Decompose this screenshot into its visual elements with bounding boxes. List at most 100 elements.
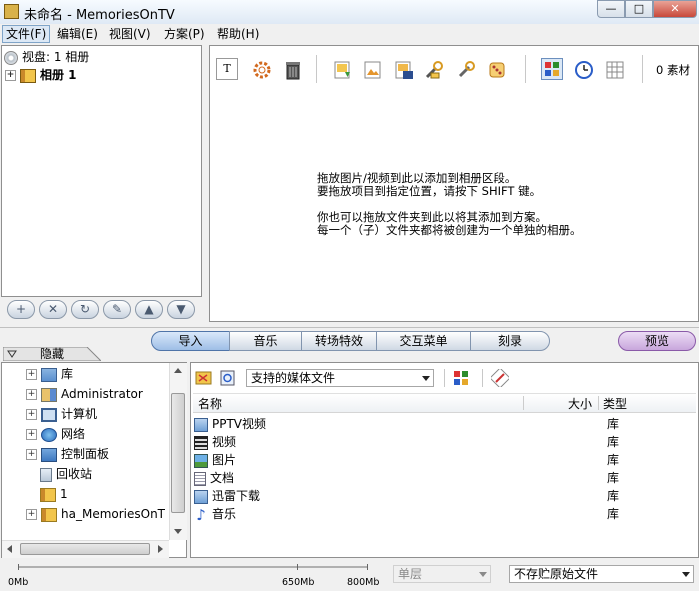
- trash-icon[interactable]: [281, 58, 303, 80]
- tab-music[interactable]: 音乐: [229, 331, 302, 351]
- expand-icon[interactable]: +: [26, 429, 37, 440]
- file-name: 迅雷下载: [212, 489, 261, 503]
- expand-icon[interactable]: +: [5, 70, 16, 81]
- media-filter-value: 支持的媒体文件: [251, 371, 336, 385]
- timeline-view-icon[interactable]: [572, 58, 594, 80]
- list-item[interactable]: 视频 库: [194, 433, 684, 451]
- disc-layer-select[interactable]: 单层: [393, 565, 491, 583]
- expand-icon[interactable]: +: [26, 389, 37, 400]
- scroll-thumb[interactable]: [171, 393, 185, 513]
- list-item[interactable]: 文档 库: [194, 469, 684, 487]
- list-item[interactable]: 迅雷下载 库: [194, 487, 684, 505]
- list-item[interactable]: ♪ 音乐 库: [194, 505, 684, 523]
- media-area[interactable]: T 0 素材 拖放图片/视频到此以添加到相册区段。 要拖放项目到指定位置，请按下…: [209, 45, 699, 322]
- folder-icon: [41, 507, 57, 522]
- rotate-button[interactable]: ↻: [71, 300, 99, 319]
- tab-import[interactable]: 导入: [151, 331, 230, 351]
- refresh-icon[interactable]: [219, 369, 237, 387]
- folder-row[interactable]: + 网络: [26, 425, 85, 443]
- file-browser-panel: 支持的媒体文件 名称 大小 类型 PPTV视频 库 视频 库 图片 库 文档 库…: [190, 362, 699, 558]
- storage-option-select[interactable]: 不存贮原始文件: [509, 565, 694, 583]
- minimize-button[interactable]: —: [597, 0, 625, 18]
- folder-row[interactable]: + ha_MemoriesOnT: [26, 505, 165, 523]
- add-album-button[interactable]: +: [7, 300, 35, 319]
- file-name: 文档: [210, 471, 235, 485]
- menu-project[interactable]: 方案(P): [161, 26, 208, 42]
- folder-row[interactable]: 回收站: [40, 465, 92, 483]
- tree-hscrollbar[interactable]: [2, 540, 169, 558]
- wrench-icon[interactable]: [454, 58, 476, 80]
- settings-gear-icon[interactable]: [250, 58, 272, 80]
- menu-file[interactable]: 文件(F): [2, 25, 51, 43]
- tab-menus[interactable]: 交互菜单: [376, 331, 471, 351]
- chevron-down-icon: [682, 572, 690, 577]
- disc-layer-value: 单层: [398, 567, 423, 581]
- import-photo-icon[interactable]: [331, 58, 353, 80]
- hscroll-thumb[interactable]: [20, 543, 150, 555]
- folder-row[interactable]: + 库: [26, 365, 73, 383]
- scroll-down-icon[interactable]: [174, 529, 182, 534]
- expand-icon[interactable]: +: [26, 509, 37, 520]
- recycle-bin-icon: [40, 467, 52, 482]
- scroll-up-icon[interactable]: [174, 368, 182, 373]
- edit-button[interactable]: ✎: [103, 300, 131, 319]
- video-library-icon: [194, 417, 208, 432]
- menu-view[interactable]: 视图(V): [106, 26, 154, 42]
- close-button[interactable]: ✕: [653, 0, 697, 18]
- status-bar: 0Mb 650Mb 800Mb 单层 不存贮原始文件: [0, 560, 699, 591]
- file-type: 库: [607, 507, 620, 521]
- album-toolbar: + ✕ ↻ ✎ ▲ ▼: [1, 298, 202, 322]
- save-photo-icon[interactable]: [392, 58, 414, 80]
- folder-row[interactable]: 1: [40, 485, 68, 503]
- download-library-icon: [194, 489, 208, 504]
- menu-edit[interactable]: 编辑(E): [54, 26, 101, 42]
- storage-option-value: 不存贮原始文件: [514, 567, 599, 581]
- expand-icon[interactable]: +: [26, 369, 37, 380]
- file-type: 库: [607, 417, 620, 431]
- move-down-button[interactable]: ▼: [167, 300, 195, 319]
- preview-button[interactable]: 预览: [618, 331, 696, 351]
- disc-label: 视盘: 1 相册: [22, 50, 90, 64]
- album-icon: [20, 68, 36, 83]
- column-size-header[interactable]: 大小: [568, 395, 592, 412]
- vertical-splitter[interactable]: [203, 45, 208, 322]
- folder-tree-panel: + 库 + Administrator + 计算机 + 网络 + 控制面板 回收站 1 +…: [1, 362, 187, 558]
- thumbnail-view-icon[interactable]: [541, 58, 563, 80]
- tab-transitions[interactable]: 转场特效: [301, 331, 377, 351]
- move-up-button[interactable]: ▲: [135, 300, 163, 319]
- list-item[interactable]: PPTV视频 库: [194, 415, 684, 433]
- scroll-right-icon[interactable]: [158, 545, 163, 553]
- tab-burn[interactable]: 刻录: [470, 331, 550, 351]
- photo-edit-icon[interactable]: [361, 58, 383, 80]
- folder-label: 库: [61, 367, 74, 381]
- effects-dice-icon[interactable]: [485, 58, 507, 80]
- expand-icon[interactable]: +: [26, 449, 37, 460]
- hide-panel-tab[interactable]: 隐藏: [3, 347, 101, 361]
- music-note-icon: ♪: [196, 505, 206, 524]
- scroll-left-icon[interactable]: [7, 545, 12, 553]
- new-folder-icon[interactable]: [195, 369, 213, 387]
- hint-line: 每一个（子）文件夹都将被创建为一个单独的相册。: [317, 223, 582, 237]
- folder-row[interactable]: + 控制面板: [26, 445, 109, 463]
- folder-row[interactable]: + Administrator: [26, 385, 143, 403]
- folder-row[interactable]: + 计算机: [26, 405, 97, 423]
- expand-icon[interactable]: +: [26, 409, 37, 420]
- details-view-icon[interactable]: [603, 58, 625, 80]
- disc-node[interactable]: 视盘: 1 相册: [4, 48, 89, 66]
- column-type-header[interactable]: 类型: [603, 395, 627, 412]
- delete-album-button[interactable]: ✕: [39, 300, 67, 319]
- filter-settings-icon[interactable]: [489, 367, 511, 389]
- album-tree-panel: 视盘: 1 相册 + 相册 1: [1, 45, 202, 297]
- file-type: 库: [607, 435, 620, 449]
- tree-vscrollbar[interactable]: [169, 363, 187, 540]
- album-node[interactable]: + 相册 1: [5, 66, 77, 84]
- list-item[interactable]: 图片 库: [194, 451, 684, 469]
- media-filter-select[interactable]: 支持的媒体文件: [246, 369, 434, 387]
- maximize-button[interactable]: □: [625, 0, 653, 18]
- menu-help[interactable]: 帮助(H): [214, 26, 262, 42]
- column-name-header[interactable]: 名称: [198, 395, 222, 412]
- folder-label: 网络: [61, 427, 86, 441]
- view-mode-icon[interactable]: [452, 369, 470, 387]
- add-text-icon[interactable]: T: [216, 58, 238, 80]
- tools-icon[interactable]: [422, 58, 444, 80]
